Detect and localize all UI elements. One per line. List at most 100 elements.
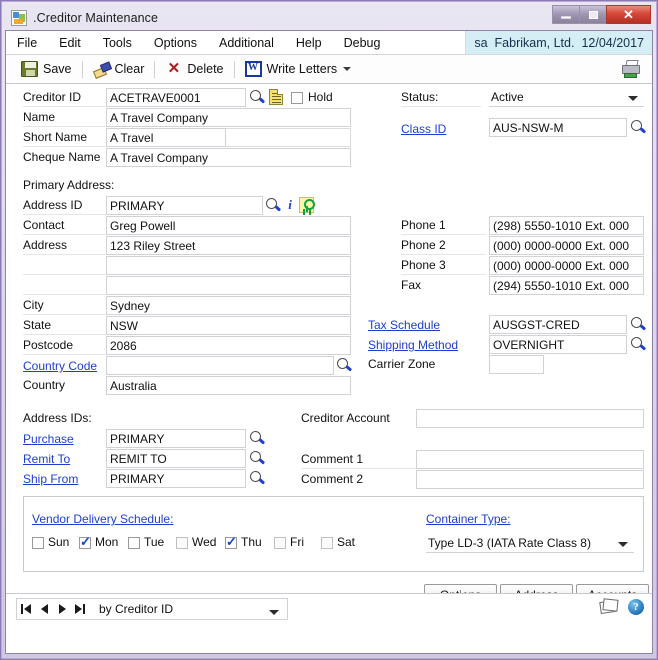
creditor-account-input[interactable]: [416, 409, 644, 428]
write-letters-label: Write Letters: [266, 62, 338, 76]
tax-schedule-lookup-icon[interactable]: [630, 316, 647, 333]
day-checkbox-sat[interactable]: [321, 537, 333, 549]
short-name-input[interactable]: A Travel: [106, 128, 226, 147]
day-checkbox-sun[interactable]: [32, 537, 44, 549]
status-value: Active: [491, 90, 524, 104]
menu-spacer: [391, 31, 465, 54]
container-type-link[interactable]: Container Type:: [426, 512, 511, 526]
hold-checkbox[interactable]: [291, 92, 303, 104]
maximize-button[interactable]: [579, 5, 607, 24]
contact-input[interactable]: Greg Powell: [106, 216, 351, 235]
remit-to-address-input[interactable]: REMIT TO: [106, 449, 246, 468]
toolbar-separator: [154, 60, 156, 78]
fax-input[interactable]: (294) 5550-1010 Ext. 000: [489, 276, 644, 295]
window-controls: ✕: [552, 5, 651, 24]
delete-button[interactable]: ✕ Delete: [158, 58, 230, 81]
previous-record-button[interactable]: [35, 599, 53, 619]
menu-item-help[interactable]: Help: [285, 31, 333, 54]
address-line3-input[interactable]: [106, 276, 351, 295]
creditor-id-lookup-icon[interactable]: [249, 89, 266, 106]
remit-to-address-link[interactable]: Remit To: [23, 452, 70, 466]
day-checkbox-fri[interactable]: [274, 537, 286, 549]
last-record-button[interactable]: [71, 599, 89, 619]
address-id-lookup-icon[interactable]: [265, 197, 282, 214]
printer-icon[interactable]: [621, 60, 643, 78]
chevron-down-icon: [269, 610, 279, 615]
address-ids-heading: Address IDs:: [23, 411, 92, 425]
address-info-icon[interactable]: i: [285, 197, 295, 213]
day-checkbox-mon[interactable]: [79, 534, 91, 550]
shipping-method-link[interactable]: Shipping Method: [368, 338, 458, 352]
purchase-address-lookup-icon[interactable]: [249, 430, 266, 447]
creditor-note-icon[interactable]: [269, 89, 283, 105]
country-code-lookup-icon[interactable]: [336, 357, 353, 374]
name-label: Name: [23, 108, 106, 127]
day-checkbox-wed[interactable]: [176, 537, 188, 549]
menu-bar: File Edit Tools Options Additional Help …: [6, 31, 652, 55]
address-line2-input[interactable]: [106, 256, 351, 275]
shipping-method-lookup-icon[interactable]: [630, 336, 647, 353]
menu-item-additional[interactable]: Additional: [208, 31, 285, 54]
notes-icon[interactable]: [599, 598, 620, 616]
address-line1-input[interactable]: 123 Riley Street: [106, 236, 351, 255]
menu-item-file[interactable]: File: [6, 31, 48, 54]
class-id-link[interactable]: Class ID: [401, 122, 446, 136]
first-record-button[interactable]: [17, 599, 35, 619]
phone3-input[interactable]: (000) 0000-0000 Ext. 000: [489, 256, 644, 275]
tax-schedule-link[interactable]: Tax Schedule: [368, 318, 440, 332]
menu-item-tools[interactable]: Tools: [92, 31, 143, 54]
current-company: Fabrikam, Ltd.: [494, 35, 575, 50]
eraser-icon: [93, 61, 110, 77]
menu-item-edit[interactable]: Edit: [48, 31, 92, 54]
comment1-label: Comment 1: [301, 450, 416, 469]
comment1-input[interactable]: [416, 450, 644, 469]
day-label-sat: Sat: [337, 535, 356, 549]
country-input[interactable]: Australia: [106, 376, 351, 395]
contact-label: Contact: [23, 216, 106, 235]
container-type-dropdown[interactable]: Type LD-3 (IATA Rate Class 8): [426, 534, 634, 553]
ship-from-address-link[interactable]: Ship From: [23, 472, 78, 486]
day-checkbox-thu[interactable]: [225, 534, 237, 550]
status-dropdown[interactable]: Active: [489, 88, 644, 107]
menu-item-debug[interactable]: Debug: [333, 31, 392, 54]
comment2-input[interactable]: [416, 470, 644, 489]
country-code-link[interactable]: Country Code: [23, 359, 97, 373]
postcode-label: Postcode: [23, 336, 106, 355]
shipping-method-input[interactable]: OVERNIGHT: [489, 335, 627, 354]
creditor-id-input[interactable]: ACETRAVE0001: [106, 88, 246, 107]
minimize-button[interactable]: [552, 5, 580, 24]
tax-schedule-input[interactable]: AUSGST-CRED: [489, 315, 627, 334]
remit-to-address-lookup-icon[interactable]: [249, 450, 266, 467]
cheque-name-input[interactable]: A Travel Company: [106, 148, 351, 167]
city-input[interactable]: Sydney: [106, 296, 351, 315]
name-input[interactable]: A Travel Company: [106, 108, 351, 127]
day-label-wed: Wed: [192, 535, 217, 549]
save-button[interactable]: Save: [14, 58, 79, 81]
clear-button[interactable]: Clear: [86, 58, 152, 81]
creditor-account-label: Creditor Account: [301, 411, 390, 425]
ship-from-address-lookup-icon[interactable]: [249, 470, 266, 487]
map-pin-icon[interactable]: [299, 197, 315, 213]
menu-item-options[interactable]: Options: [143, 31, 208, 54]
class-id-lookup-icon[interactable]: [630, 119, 647, 136]
close-button[interactable]: ✕: [606, 5, 651, 24]
purchase-address-input[interactable]: PRIMARY: [106, 429, 246, 448]
chevron-down-icon[interactable]: [343, 67, 352, 71]
purchase-address-link[interactable]: Purchase: [23, 432, 74, 446]
day-checkbox-tue[interactable]: [128, 537, 140, 549]
sort-by-dropdown[interactable]: by Creditor ID: [89, 602, 287, 616]
postcode-input[interactable]: 2086: [106, 336, 351, 355]
class-id-input[interactable]: AUS-NSW-M: [489, 118, 627, 137]
state-input[interactable]: NSW: [106, 316, 351, 335]
ship-from-address-input[interactable]: PRIMARY: [106, 469, 246, 488]
phone1-input[interactable]: (298) 5550-1010 Ext. 000: [489, 216, 644, 235]
status-label: Status:: [401, 88, 481, 107]
next-record-button[interactable]: [53, 599, 71, 619]
help-icon[interactable]: ?: [628, 599, 644, 615]
vendor-delivery-schedule-link[interactable]: Vendor Delivery Schedule:: [32, 512, 173, 526]
address-id-input[interactable]: PRIMARY: [106, 196, 263, 215]
write-letters-button[interactable]: W Write Letters: [238, 58, 359, 81]
country-code-input[interactable]: [106, 356, 334, 375]
phone2-input[interactable]: (000) 0000-0000 Ext. 000: [489, 236, 644, 255]
carrier-zone-input[interactable]: [489, 355, 544, 374]
